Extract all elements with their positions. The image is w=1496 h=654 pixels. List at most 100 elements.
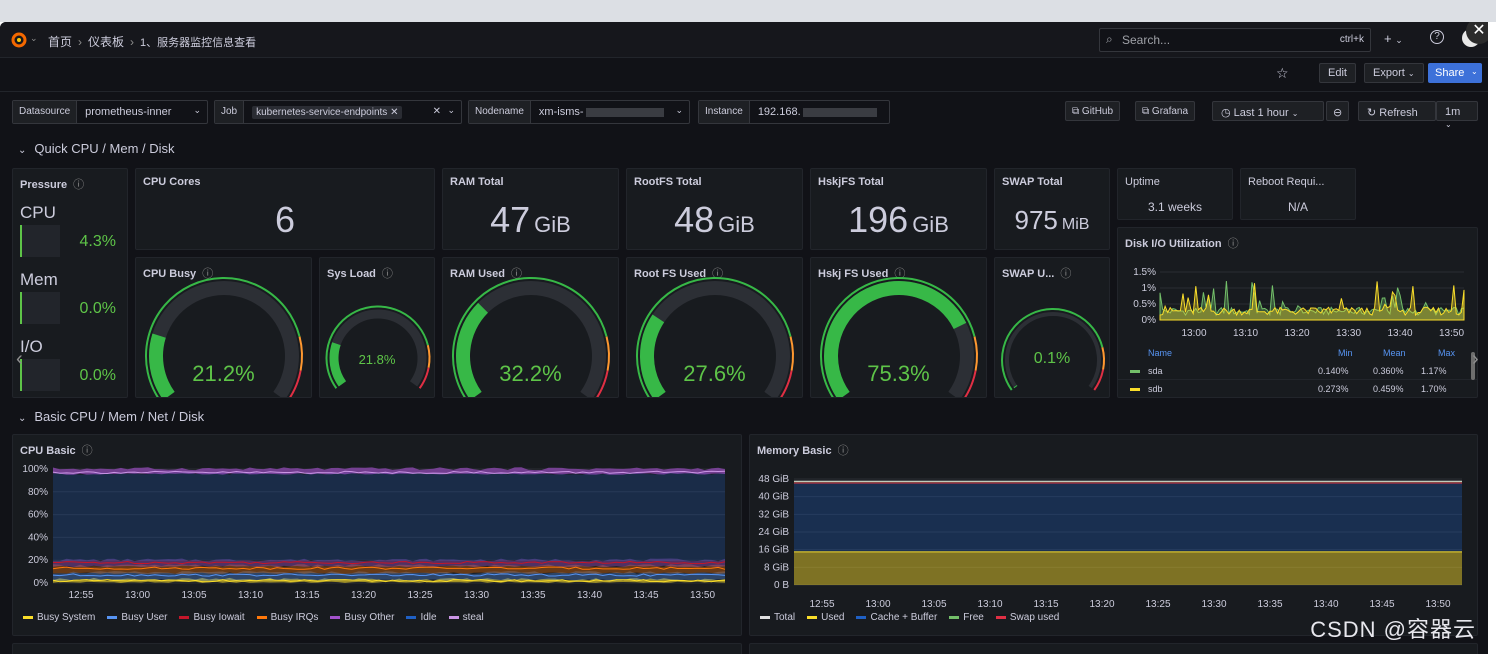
github-link[interactable]: ⧉ GitHub [1065, 101, 1121, 121]
legend-mean: 0.459% [1373, 384, 1404, 394]
legend-item[interactable]: Free [949, 612, 984, 623]
legend-item[interactable]: Busy Other [330, 612, 394, 623]
help-icon[interactable]: ? [1430, 30, 1444, 44]
var-nodename[interactable]: Nodename xm-isms- ⌄ [468, 100, 690, 124]
zoom-out-icon: ⊖ [1333, 107, 1343, 119]
var-nodename-value[interactable]: xm-isms- [531, 101, 672, 123]
legend-label: Cache + Buffer [870, 612, 938, 623]
edit-button[interactable]: Edit [1319, 63, 1356, 83]
y-tick-label: 100% [22, 464, 48, 475]
legend-row-sda[interactable]: sda 0.140% 0.360% 1.17% [1118, 362, 1477, 380]
x-tick-label: 13:50 [1439, 328, 1464, 339]
memory-basic-chart[interactable]: 48 GiB 40 GiB 32 GiB 24 GiB 16 GiB 8 GiB 0 B 12… [750, 473, 1478, 607]
grafana-logo-icon[interactable] [10, 31, 28, 49]
chevron-right-icon[interactable]: › [1472, 348, 1479, 371]
legend-header-mean[interactable]: Mean [1383, 348, 1406, 358]
var-job-value[interactable]: kubernetes-service-endpoints ✕ [244, 101, 410, 123]
export-button[interactable]: Export ⌄ [1364, 63, 1424, 83]
chevron-down-icon: ⌄ [193, 105, 201, 115]
refresh-interval-picker[interactable]: 1m ⌄ [1436, 101, 1478, 129]
pressure-value: 0.0% [79, 367, 116, 384]
pressure-name: Mem [20, 270, 58, 289]
var-job[interactable]: Job kubernetes-service-endpoints ✕ ✕ ⌄ [214, 100, 462, 124]
legend-header-name[interactable]: Name [1148, 348, 1172, 358]
gauge-svg [325, 305, 431, 389]
stat-value: 6 [136, 199, 434, 241]
pressure-name: CPU [20, 203, 56, 222]
chevron-down-icon: ⌄ [18, 145, 27, 156]
refresh-button[interactable]: ↻ Refresh [1358, 101, 1436, 121]
legend-item[interactable]: Busy User [107, 612, 167, 623]
info-icon[interactable]: ⓘ [82, 445, 93, 457]
series-area [53, 467, 725, 475]
breadcrumb-current[interactable]: 1、服务器监控信息查看 [140, 34, 256, 50]
star-icon[interactable]: ☆ [1276, 65, 1289, 82]
y-tick-label: 8 GiB [764, 562, 789, 573]
var-datasource[interactable]: Datasource prometheus-inner ⌄ [12, 100, 208, 124]
legend-label: Used [821, 612, 845, 623]
refresh-icon: ↻ [1367, 107, 1377, 119]
gauge-value: 21.8% [358, 352, 396, 367]
breadcrumb-home[interactable]: 首页 [48, 33, 72, 50]
panel-title: Pressure ⓘ [20, 176, 84, 192]
share-button[interactable]: Share [1428, 63, 1472, 83]
panel-hskjfs-total: HskjFS Total 196 GiB [810, 168, 987, 250]
legend-item[interactable]: Busy IRQs [256, 612, 318, 623]
legend-label: steal [462, 612, 484, 623]
var-instance-value[interactable]: 192.168. [750, 101, 885, 123]
info-icon[interactable]: ⓘ [838, 445, 849, 457]
legend-item[interactable]: Swap used [995, 612, 1059, 623]
external-link-icon: ⧉ [1142, 106, 1150, 117]
share-menu-button[interactable]: ⌄ [1467, 63, 1482, 83]
series-color-swatch [330, 615, 341, 619]
info-icon[interactable]: ⓘ [1228, 238, 1239, 250]
time-range-picker[interactable]: ◷ Last 1 hour ⌄ [1212, 101, 1324, 121]
disk-io-chart[interactable]: 1.5% 1% 0.5% 0% 13:00 13:10 13:20 13:30 13:40 13:… [1118, 258, 1478, 350]
gauge-value: 21.2% [192, 361, 255, 386]
panel-title: Disk I/O Utilization ⓘ [1125, 235, 1239, 251]
cpu-basic-chart[interactable]: 100% 80% 60% 40% 20% 0% 12:55 13:00 13:05 13:10 13… [13, 463, 742, 607]
row-quick-header[interactable]: ⌄ Quick CPU / Mem / Disk [18, 141, 175, 156]
x-tick-label: 13:25 [1145, 599, 1170, 607]
legend-item[interactable]: Total [760, 612, 795, 623]
series-color-swatch [179, 615, 190, 619]
info-icon[interactable]: ⓘ [73, 179, 84, 191]
legend-item[interactable]: Busy System [23, 612, 95, 623]
legend-label: Idle [420, 612, 437, 623]
grafana-link[interactable]: ⧉ Grafana [1135, 101, 1196, 121]
series-color-swatch [1130, 388, 1140, 391]
legend-max: 1.17% [1421, 366, 1447, 376]
legend-label: Busy Iowait [193, 612, 245, 623]
var-datasource-value[interactable]: prometheus-inner [77, 101, 179, 123]
x-tick-label: 13:45 [633, 590, 658, 601]
legend-header-max[interactable]: Max [1438, 348, 1455, 358]
var-instance[interactable]: Instance 192.168. [698, 100, 890, 124]
zoom-out-button[interactable]: ⊖ [1326, 101, 1350, 121]
row-basic-header[interactable]: ⌄ Basic CPU / Mem / Net / Disk [18, 409, 204, 424]
memory-basic-legend: Total Used Cache + Buffer Free Swap used [760, 612, 1059, 623]
clear-icon[interactable]: ✕ [433, 106, 441, 117]
panel-disk-space-used-basic [749, 643, 1478, 654]
legend-item[interactable]: steal [448, 612, 484, 623]
legend-item[interactable]: Idle [406, 612, 437, 623]
stat-unit: MiB [1061, 216, 1090, 233]
add-icon[interactable]: + ⌄ [1384, 31, 1403, 46]
series-color-swatch [448, 615, 459, 619]
legend-item[interactable]: Cache + Buffer [856, 612, 937, 623]
pressure-name: I/O [20, 337, 43, 356]
remove-icon[interactable]: ✕ [390, 107, 398, 118]
var-nodename-text: xm-isms- [538, 106, 584, 118]
breadcrumb-dashboards[interactable]: 仪表板 [88, 33, 124, 50]
var-instance-label: Instance [699, 101, 750, 123]
legend-item[interactable]: Busy Iowait [179, 612, 245, 623]
panel-hskjfs-used: Hskj FS Used ⓘ 75.3% [810, 257, 987, 398]
legend-item[interactable]: Used [807, 612, 844, 623]
legend-header-min[interactable]: Min [1338, 348, 1353, 358]
share-label: Share [1435, 67, 1465, 79]
chevron-left-icon[interactable]: ‹ [16, 348, 23, 371]
legend-row-sdb[interactable]: sdb 0.273% 0.459% 1.70% [1118, 380, 1477, 397]
panel-title: RAM Total [450, 176, 504, 188]
chevron-down-icon[interactable]: ⌄ [30, 33, 38, 44]
search-input[interactable]: ⌕ Search... ctrl+k [1099, 28, 1371, 52]
breadcrumb-separator-icon: › [78, 34, 83, 49]
